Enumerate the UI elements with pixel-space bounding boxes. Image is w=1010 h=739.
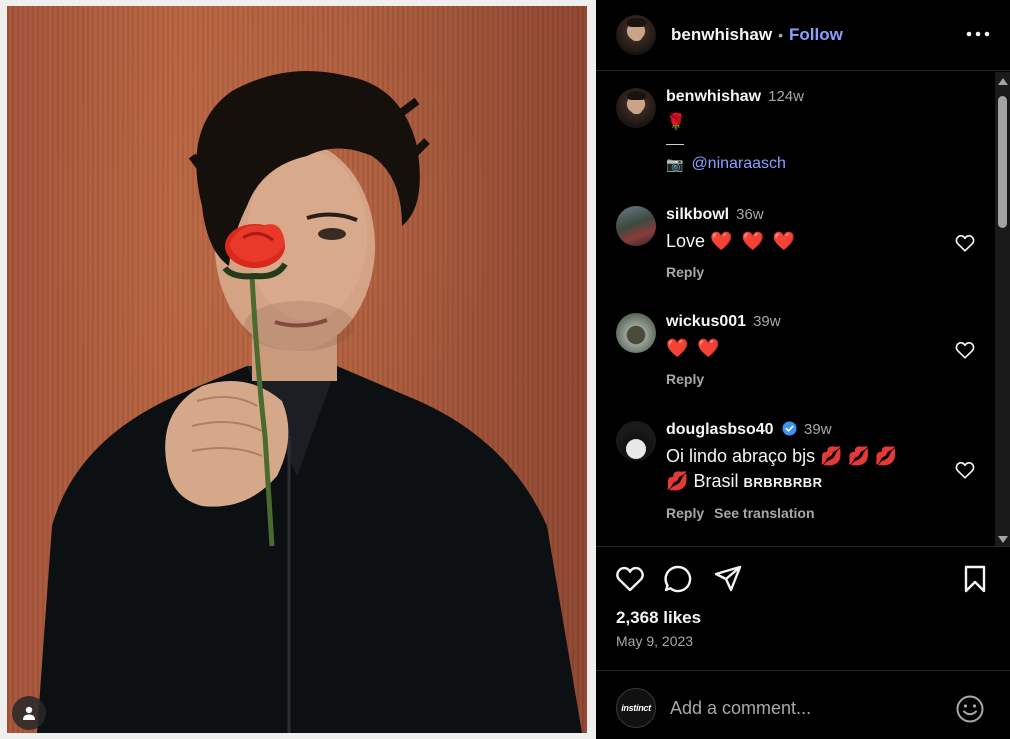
commenter-avatar[interactable] bbox=[616, 313, 656, 353]
comment-text: Love ❤️ ❤️ ❤️ bbox=[666, 229, 936, 254]
comment-words: Love bbox=[666, 231, 706, 251]
more-options-button[interactable] bbox=[964, 22, 992, 46]
post-sidebar: benwhishaw • Follow benwhishaw 124w 🌹 📷 bbox=[596, 0, 1010, 739]
add-comment-bar: instinct bbox=[596, 670, 1010, 739]
comment-text: Oi lindo abraço bjs 💋 💋 💋 💋 Brasil BRBRB… bbox=[666, 444, 936, 495]
see-translation-button[interactable]: See translation bbox=[714, 505, 814, 521]
comment-emoji: ❤️ ❤️ bbox=[666, 338, 722, 358]
comment-words: BRBRBRBR bbox=[743, 475, 823, 490]
caption-avatar[interactable] bbox=[616, 88, 656, 128]
likes-count[interactable]: 2,368 likes bbox=[616, 608, 701, 628]
photo-subject bbox=[37, 71, 582, 733]
commenter-avatar[interactable] bbox=[616, 206, 656, 246]
current-user-avatar-logo: instinct bbox=[621, 703, 651, 713]
comment-input[interactable] bbox=[670, 695, 940, 721]
post-action-bar bbox=[616, 563, 996, 597]
comments-scrollbar[interactable] bbox=[995, 72, 1010, 546]
header-separator: • bbox=[778, 27, 783, 43]
current-user-avatar: instinct bbox=[616, 688, 656, 728]
reply-button[interactable]: Reply bbox=[666, 371, 704, 387]
comment-words: Oi lindo abraço bjs bbox=[666, 446, 816, 466]
caption-username[interactable]: benwhishaw bbox=[666, 88, 761, 105]
post-header: benwhishaw • Follow bbox=[596, 0, 1010, 71]
caption-divider bbox=[666, 144, 684, 145]
comments-list[interactable]: benwhishaw 124w 🌹 📷 @ninaraasch silkbowl 3… bbox=[596, 72, 1010, 547]
user-tag-icon bbox=[23, 706, 35, 720]
commenter-username[interactable]: silkbowl bbox=[666, 206, 729, 223]
caption-rose-emoji: 🌹 bbox=[666, 114, 686, 131]
comment-icon[interactable] bbox=[662, 563, 694, 595]
reply-button[interactable]: Reply bbox=[666, 264, 704, 280]
verified-badge-icon bbox=[782, 421, 797, 436]
comment-emoji: ❤️ ❤️ ❤️ bbox=[710, 231, 798, 251]
camera-icon: 📷 bbox=[666, 155, 684, 172]
heart-icon[interactable] bbox=[954, 232, 976, 254]
comment-words: Brasil bbox=[693, 471, 739, 491]
bookmark-icon[interactable] bbox=[959, 563, 991, 595]
comment-emoji: 💋 bbox=[666, 471, 689, 491]
post-date[interactable]: May 9, 2023 bbox=[616, 633, 693, 649]
heart-icon[interactable] bbox=[614, 563, 646, 595]
caption-photo-credit: 📷 @ninaraasch bbox=[666, 155, 986, 173]
emoji-icon[interactable] bbox=[954, 693, 986, 725]
author-username[interactable]: benwhishaw bbox=[671, 25, 772, 45]
follow-button[interactable]: Follow bbox=[789, 25, 843, 45]
scroll-up-arrow-icon[interactable] bbox=[998, 78, 1008, 85]
caption-timestamp[interactable]: 124w bbox=[768, 88, 804, 105]
post-media bbox=[0, 0, 596, 739]
comment-emoji: 💋 💋 💋 bbox=[820, 446, 898, 466]
share-icon[interactable] bbox=[712, 563, 744, 595]
commenter-username[interactable]: douglasbso40 bbox=[666, 421, 774, 438]
photographer-mention-link[interactable]: @ninaraasch bbox=[691, 155, 786, 173]
comment-text: ❤️ ❤️ bbox=[666, 336, 936, 361]
reply-button[interactable]: Reply bbox=[666, 505, 704, 521]
scroll-down-arrow-icon[interactable] bbox=[998, 536, 1008, 543]
heart-icon[interactable] bbox=[954, 459, 976, 481]
commenter-avatar[interactable] bbox=[616, 421, 656, 461]
heart-icon[interactable] bbox=[954, 339, 976, 361]
comment-timestamp[interactable]: 39w bbox=[753, 313, 781, 330]
more-options-icon bbox=[966, 31, 990, 37]
author-avatar[interactable] bbox=[616, 15, 656, 55]
tagged-users-button[interactable] bbox=[12, 696, 46, 730]
commenter-username[interactable]: wickus001 bbox=[666, 313, 746, 330]
scroll-thumb[interactable] bbox=[998, 96, 1007, 228]
comment-timestamp[interactable]: 36w bbox=[736, 206, 764, 223]
post-photo[interactable] bbox=[7, 6, 587, 733]
comment-timestamp[interactable]: 39w bbox=[804, 421, 832, 438]
